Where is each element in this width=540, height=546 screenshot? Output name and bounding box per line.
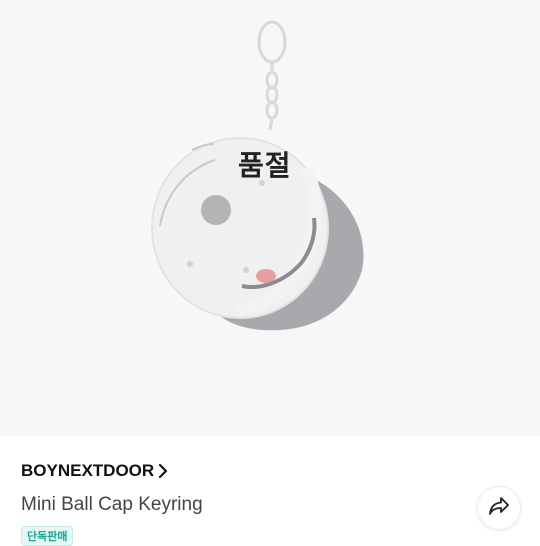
brand-link[interactable]: BOYNEXTDOOR: [21, 461, 168, 481]
product-image-area[interactable]: 품절: [0, 0, 540, 436]
brand-name: BOYNEXTDOOR: [21, 461, 155, 480]
share-button[interactable]: [477, 486, 521, 530]
share-arrow-icon: [488, 496, 510, 521]
cap-button: [201, 195, 231, 225]
product-name: Mini Ball Cap Keyring: [21, 494, 203, 515]
product-image: [151, 20, 364, 331]
keyring-chain: [257, 20, 287, 131]
chevron-right-icon: [158, 464, 168, 478]
exclusive-sale-badge: 단독판매: [21, 526, 74, 546]
sold-out-label: 품절: [238, 149, 292, 182]
